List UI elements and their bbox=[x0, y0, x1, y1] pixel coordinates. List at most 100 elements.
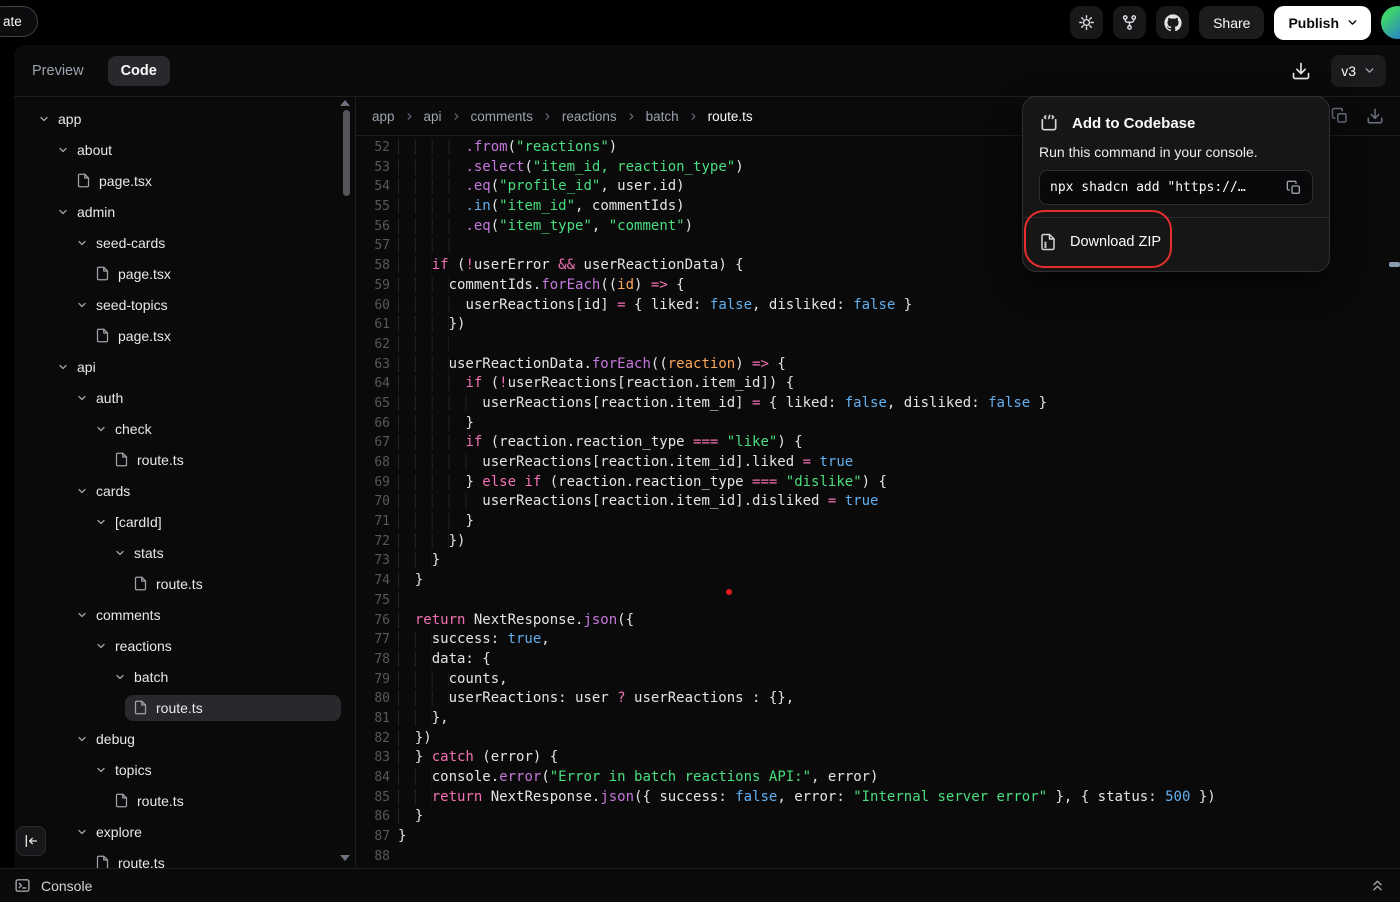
file-icon bbox=[114, 452, 129, 467]
tree-item-label: app bbox=[58, 111, 81, 127]
chevron-down-icon bbox=[57, 206, 69, 218]
breadcrumb-item[interactable]: reactions bbox=[562, 109, 617, 124]
file-icon bbox=[133, 700, 148, 715]
github-button[interactable] bbox=[1156, 6, 1189, 39]
tree-item-stats[interactable]: stats bbox=[14, 537, 355, 568]
tree-item-check[interactable]: check bbox=[14, 413, 355, 444]
code-line: 88 bbox=[356, 847, 1400, 867]
tree-item-route-ts[interactable]: route.ts bbox=[14, 847, 355, 868]
code-line: 81 }, bbox=[356, 709, 1400, 729]
code-line: 71 } bbox=[356, 512, 1400, 532]
line-number: 73 bbox=[356, 551, 390, 571]
tree-item-route-ts[interactable]: route.ts bbox=[14, 785, 355, 816]
version-selector[interactable]: v3 bbox=[1331, 55, 1386, 87]
popup-subtitle: Run this command in your console. bbox=[1039, 144, 1313, 160]
download-icon bbox=[1291, 61, 1311, 81]
tree-item-route-ts[interactable]: route.ts bbox=[14, 568, 355, 599]
line-number: 88 bbox=[356, 847, 390, 867]
tree-item-topics[interactable]: topics bbox=[14, 754, 355, 785]
tree-item-page-tsx[interactable]: page.tsx bbox=[14, 258, 355, 289]
tree-item-reactions[interactable]: reactions bbox=[14, 630, 355, 661]
tree-item-label: [cardId] bbox=[115, 514, 162, 530]
cursor-dot bbox=[726, 589, 732, 595]
command-box[interactable]: npx shadcn add "https://… bbox=[1039, 170, 1313, 205]
download-zip-item[interactable]: Download ZIP bbox=[1039, 218, 1313, 265]
tree-item-route-ts[interactable]: route.ts bbox=[14, 692, 355, 723]
tree-item-seed-topics[interactable]: seed-topics bbox=[14, 289, 355, 320]
line-number: 82 bbox=[356, 729, 390, 749]
tab-preview[interactable]: Preview bbox=[26, 63, 90, 79]
copy-command-button[interactable] bbox=[1286, 180, 1302, 196]
line-number: 67 bbox=[356, 433, 390, 453]
tree-item-explore[interactable]: explore bbox=[14, 816, 355, 847]
publish-label: Publish bbox=[1288, 15, 1339, 31]
file-icon bbox=[95, 328, 110, 343]
tree-item-debug[interactable]: debug bbox=[14, 723, 355, 754]
breadcrumb-item[interactable]: route.ts bbox=[708, 109, 753, 124]
tree-item-label: batch bbox=[134, 669, 168, 685]
line-number: 83 bbox=[356, 748, 390, 768]
line-number: 57 bbox=[356, 236, 390, 256]
breadcrumb-item[interactable]: api bbox=[424, 109, 442, 124]
download-button[interactable] bbox=[1289, 59, 1313, 83]
tree-item-cards[interactable]: cards bbox=[14, 475, 355, 506]
avatar[interactable] bbox=[1381, 6, 1400, 39]
zip-file-icon bbox=[1039, 233, 1057, 251]
line-number: 77 bbox=[356, 630, 390, 650]
tree-item-label: route.ts bbox=[156, 700, 203, 716]
tree-item-content: route.ts bbox=[125, 695, 341, 721]
tree-item-batch[interactable]: batch bbox=[14, 661, 355, 692]
line-number: 74 bbox=[356, 571, 390, 591]
tree-item-app[interactable]: app bbox=[14, 103, 355, 134]
tree-item-content: comments bbox=[68, 602, 341, 628]
tree-item-comments[interactable]: comments bbox=[14, 599, 355, 630]
publish-button[interactable]: Publish bbox=[1274, 6, 1371, 40]
tree-item-label: comments bbox=[96, 607, 161, 623]
console-expand-button[interactable] bbox=[1369, 877, 1386, 894]
tree-item-content: reactions bbox=[87, 633, 341, 659]
tree-item-content: route.ts bbox=[106, 447, 341, 473]
code-line: 76 return NextResponse.json({ bbox=[356, 611, 1400, 631]
scrollbar-up-arrow[interactable] bbox=[340, 100, 350, 106]
project-badge[interactable]: ate bbox=[0, 6, 38, 37]
tree-item-admin[interactable]: admin bbox=[14, 196, 355, 227]
tree-item-label: explore bbox=[96, 824, 142, 840]
tree-item-label: route.ts bbox=[137, 452, 184, 468]
tree-item-route-ts[interactable]: route.ts bbox=[14, 444, 355, 475]
code-scrollbar-thumb[interactable] bbox=[1389, 262, 1400, 267]
tree-item--cardid-[interactable]: [cardId] bbox=[14, 506, 355, 537]
code-line: 69 } else if (reaction.reaction_type ===… bbox=[356, 473, 1400, 493]
breadcrumb-item[interactable]: batch bbox=[646, 109, 679, 124]
panel-collapse-icon bbox=[23, 833, 39, 849]
share-button[interactable]: Share bbox=[1199, 6, 1264, 39]
file-icon bbox=[76, 173, 91, 188]
line-number: 72 bbox=[356, 532, 390, 552]
tree-item-content: route.ts bbox=[125, 571, 341, 597]
download-file-button[interactable] bbox=[1366, 107, 1384, 125]
chevron-down-icon bbox=[95, 640, 107, 652]
tab-code[interactable]: Code bbox=[108, 56, 170, 86]
copy-icon bbox=[1286, 180, 1302, 196]
tree-item-about[interactable]: about bbox=[14, 134, 355, 165]
breadcrumb-item[interactable]: app bbox=[372, 109, 395, 124]
tree-item-seed-cards[interactable]: seed-cards bbox=[14, 227, 355, 258]
code-line: 65 userReactions[reaction.item_id] = { l… bbox=[356, 394, 1400, 414]
tree-item-api[interactable]: api bbox=[14, 351, 355, 382]
line-number: 55 bbox=[356, 197, 390, 217]
console-bar[interactable]: Console bbox=[0, 868, 1400, 902]
breadcrumb-item[interactable]: comments bbox=[471, 109, 533, 124]
copy-code-button[interactable] bbox=[1331, 107, 1349, 125]
code-line: 68 userReactions[reaction.item_id].liked… bbox=[356, 453, 1400, 473]
settings-button[interactable] bbox=[1070, 6, 1103, 39]
scrollbar-down-arrow[interactable] bbox=[340, 855, 350, 861]
collapse-sidebar-button[interactable] bbox=[16, 826, 46, 856]
line-number: 52 bbox=[356, 138, 390, 158]
tree-item-page-tsx[interactable]: page.tsx bbox=[14, 165, 355, 196]
fork-button[interactable] bbox=[1113, 6, 1146, 39]
line-number: 56 bbox=[356, 217, 390, 237]
tree-item-auth[interactable]: auth bbox=[14, 382, 355, 413]
scrollbar-thumb[interactable] bbox=[343, 110, 350, 196]
line-number: 84 bbox=[356, 768, 390, 788]
add-to-codebase-popup: Add to Codebase Run this command in your… bbox=[1022, 96, 1330, 272]
tree-item-page-tsx[interactable]: page.tsx bbox=[14, 320, 355, 351]
